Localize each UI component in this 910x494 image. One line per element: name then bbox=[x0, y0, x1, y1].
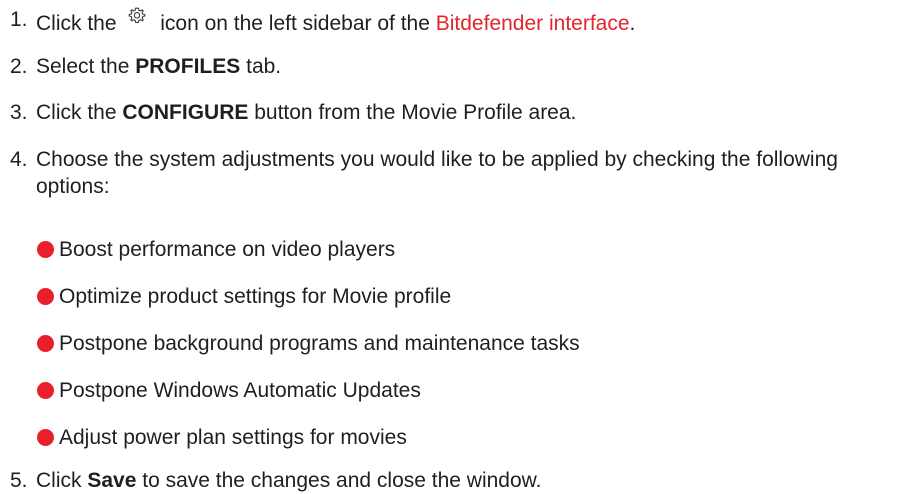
option-label: Boost performance on video players bbox=[59, 237, 396, 261]
configure-button-name: CONFIGURE bbox=[122, 101, 249, 124]
step-number: 3. bbox=[10, 101, 28, 124]
options-list: Boost performance on video players Optim… bbox=[10, 226, 910, 461]
step-number: 5. bbox=[10, 469, 28, 492]
step-3: 3. Click the CONFIGURE button from the M… bbox=[10, 99, 910, 146]
list-item: Adjust power plan settings for movies bbox=[37, 414, 910, 461]
bullet-dot-icon bbox=[37, 240, 54, 258]
bitdefender-interface-link[interactable]: Bitdefender interface bbox=[436, 12, 630, 35]
bullet-dot-icon bbox=[37, 381, 54, 399]
step-3-after: button from the Movie Profile area. bbox=[254, 101, 577, 124]
list-item: Postpone background programs and mainten… bbox=[37, 320, 910, 367]
bullet-dot-icon bbox=[37, 428, 54, 446]
step-2-before: Select the bbox=[36, 55, 130, 78]
step-1-middle: icon on the left sidebar of the bbox=[160, 12, 430, 35]
step-1-after: . bbox=[629, 12, 636, 35]
step-text: Click Save to save the changes and close… bbox=[36, 467, 910, 494]
step-text: Select the PROFILES tab. bbox=[36, 53, 910, 80]
gear-icon bbox=[124, 6, 150, 26]
step-5: 5. Click Save to save the changes and cl… bbox=[10, 467, 910, 494]
list-item: Optimize product settings for Movie prof… bbox=[37, 273, 910, 320]
option-label: Postpone background programs and mainten… bbox=[59, 331, 580, 355]
step-text: Choose the system adjustments you would … bbox=[36, 148, 838, 199]
option-label: Adjust power plan settings for movies bbox=[59, 425, 407, 449]
step-3-before: Click the bbox=[36, 101, 117, 124]
step-number: 2. bbox=[10, 55, 28, 78]
list-item: Boost performance on video players bbox=[37, 226, 910, 273]
list-item: Postpone Windows Automatic Updates bbox=[37, 367, 910, 414]
step-number: 4. bbox=[10, 148, 28, 171]
option-label: Optimize product settings for Movie prof… bbox=[59, 284, 452, 308]
step-1-before: Click the bbox=[36, 12, 117, 35]
step-text: Click the icon on the left sidebar of th… bbox=[36, 6, 910, 37]
step-number: 1. bbox=[10, 8, 28, 31]
step-1: 1. Click the icon on the left sidebar of… bbox=[10, 6, 910, 53]
step-2-after: tab. bbox=[246, 55, 282, 78]
step-2: 2. Select the PROFILES tab. bbox=[10, 53, 910, 99]
option-label: Postpone Windows Automatic Updates bbox=[59, 378, 421, 402]
bullet-dot-icon bbox=[37, 287, 54, 305]
step-4: 4. Choose the system adjustments you wou… bbox=[10, 146, 910, 226]
bullet-dot-icon bbox=[37, 334, 54, 352]
profiles-tab-name: PROFILES bbox=[135, 55, 241, 78]
step-text: Click the CONFIGURE button from the Movi… bbox=[36, 99, 910, 126]
instructions-page: 1. Click the icon on the left sidebar of… bbox=[0, 0, 910, 492]
